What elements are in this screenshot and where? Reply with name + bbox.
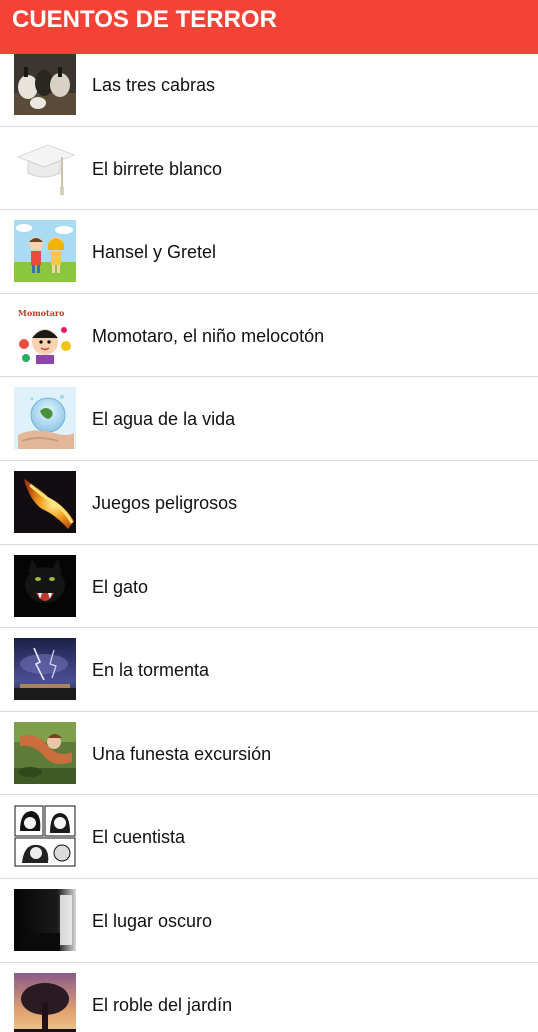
forest-excursion-thumbnail bbox=[14, 721, 76, 784]
lightning-storm-thumbnail bbox=[14, 638, 76, 701]
story-title: El cuentista bbox=[92, 827, 186, 848]
goats-thumbnail bbox=[14, 53, 76, 115]
story-title: El lugar oscuro bbox=[92, 910, 213, 931]
story-title: El agua de la vida bbox=[92, 409, 236, 430]
oak-tree-sunset-thumbnail bbox=[14, 972, 76, 1032]
story-title: Una funesta excursión bbox=[92, 743, 272, 764]
story-title: El gato bbox=[92, 576, 149, 597]
list-item-una-funesta-excursion[interactable]: Una funesta excursión bbox=[0, 712, 538, 796]
app-title: CUENTOS DE TERROR bbox=[12, 6, 277, 33]
svg-text:Momotaro: Momotaro bbox=[18, 308, 65, 318]
children-cartoon-thumbnail bbox=[14, 220, 76, 283]
story-title: Momotaro, el niño melocotón bbox=[92, 325, 325, 346]
graduation-cap-thumbnail bbox=[14, 136, 76, 199]
list-item-el-lugar-oscuro[interactable]: El lugar oscuro bbox=[0, 879, 538, 963]
app-screen: CUENTOS DE TERROR Las tres cabras El bir… bbox=[0, 0, 538, 1032]
list-item-juegos-peligrosos[interactable]: Juegos peligrosos bbox=[0, 461, 538, 545]
dark-room-thumbnail bbox=[14, 888, 76, 951]
list-item-momotaro[interactable]: Momotaro Momotaro, el niño melocotón bbox=[0, 294, 538, 378]
manga-drawing-thumbnail bbox=[14, 805, 76, 868]
water-globe-thumbnail bbox=[14, 387, 76, 450]
black-cat-thumbnail bbox=[14, 554, 76, 617]
list-item-el-cuentista[interactable]: El cuentista bbox=[0, 795, 538, 879]
story-title: Hansel y Gretel bbox=[92, 242, 217, 263]
story-title: En la tormenta bbox=[92, 660, 210, 681]
list-item-el-roble-del-jardin[interactable]: El roble del jardín bbox=[0, 963, 538, 1032]
list-item-las-tres-cabras[interactable]: Las tres cabras bbox=[0, 43, 538, 127]
fire-thumbnail bbox=[14, 470, 76, 533]
app-bar: CUENTOS DE TERROR bbox=[0, 0, 538, 54]
story-list[interactable]: Las tres cabras El birrete blanco Hansel… bbox=[0, 43, 538, 1032]
story-title: Las tres cabras bbox=[92, 75, 216, 95]
list-item-el-agua-de-la-vida[interactable]: El agua de la vida bbox=[0, 377, 538, 461]
list-item-en-la-tormenta[interactable]: En la tormenta bbox=[0, 628, 538, 712]
story-title: Juegos peligrosos bbox=[92, 492, 238, 513]
story-title: El birrete blanco bbox=[92, 158, 223, 179]
story-title: El roble del jardín bbox=[92, 994, 233, 1015]
list-item-el-gato[interactable]: El gato bbox=[0, 545, 538, 629]
momotaro-book-cover-thumbnail: Momotaro bbox=[14, 303, 76, 366]
list-item-el-birrete-blanco[interactable]: El birrete blanco bbox=[0, 127, 538, 211]
list-item-hansel-y-gretel[interactable]: Hansel y Gretel bbox=[0, 210, 538, 294]
